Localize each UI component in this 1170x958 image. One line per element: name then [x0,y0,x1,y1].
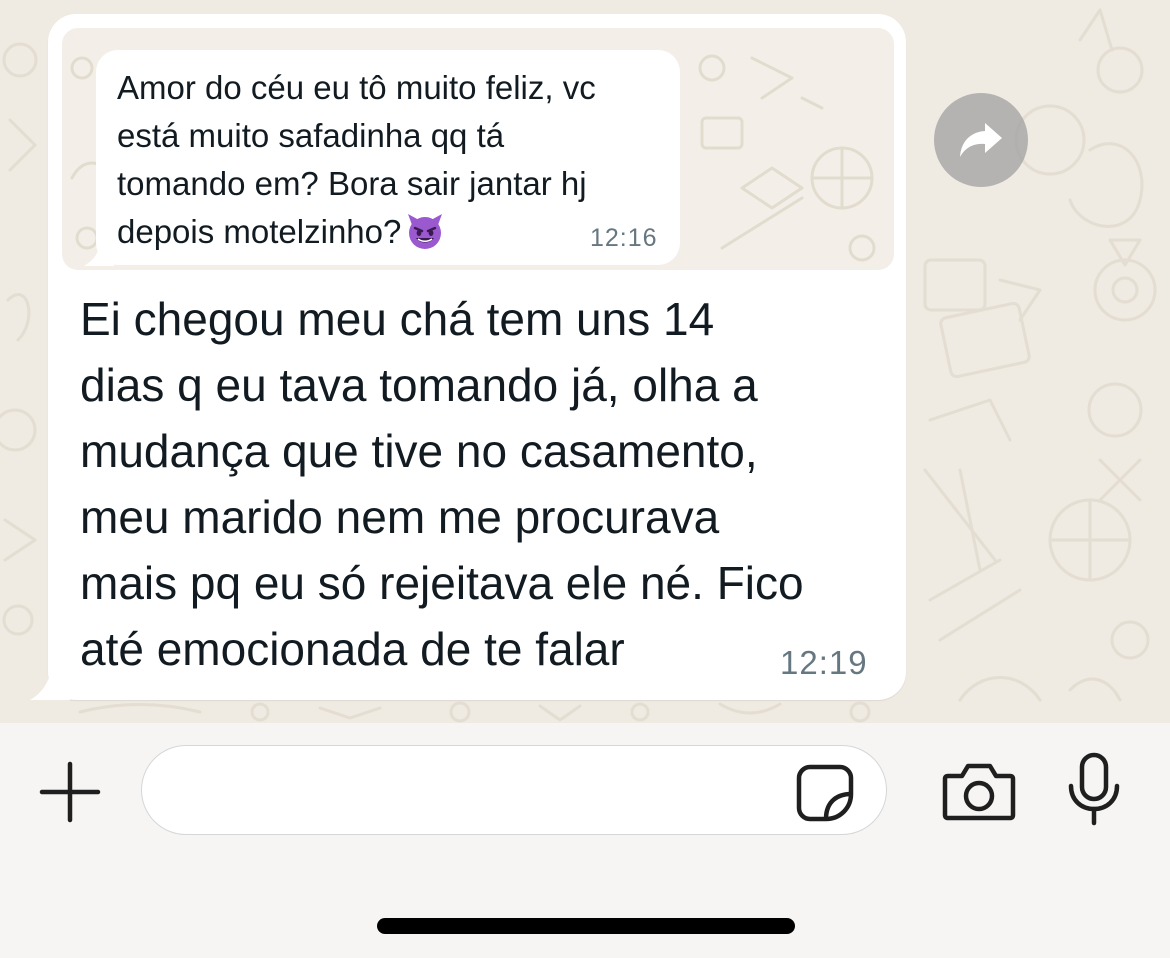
smiling-imp-emoji-icon [408,214,443,249]
microphone-icon[interactable] [1066,752,1122,826]
home-indicator [377,918,795,934]
camera-icon[interactable] [942,760,1016,822]
plus-icon[interactable] [38,760,102,824]
message-input[interactable] [141,745,887,835]
quoted-message-time: 12:16 [590,224,658,252]
quoted-bubble-tail [84,240,114,266]
sticker-icon[interactable] [796,764,854,822]
message-text: Ei chegou meu chá tem uns 14 dias q eu t… [80,293,804,675]
quoted-message-body: Amor do céu eu tô muito feliz, vc está m… [117,69,596,250]
forward-button[interactable] [934,93,1028,187]
bubble-tail [30,660,70,700]
forward-icon [960,123,1002,157]
message-time: 12:19 [780,644,868,681]
